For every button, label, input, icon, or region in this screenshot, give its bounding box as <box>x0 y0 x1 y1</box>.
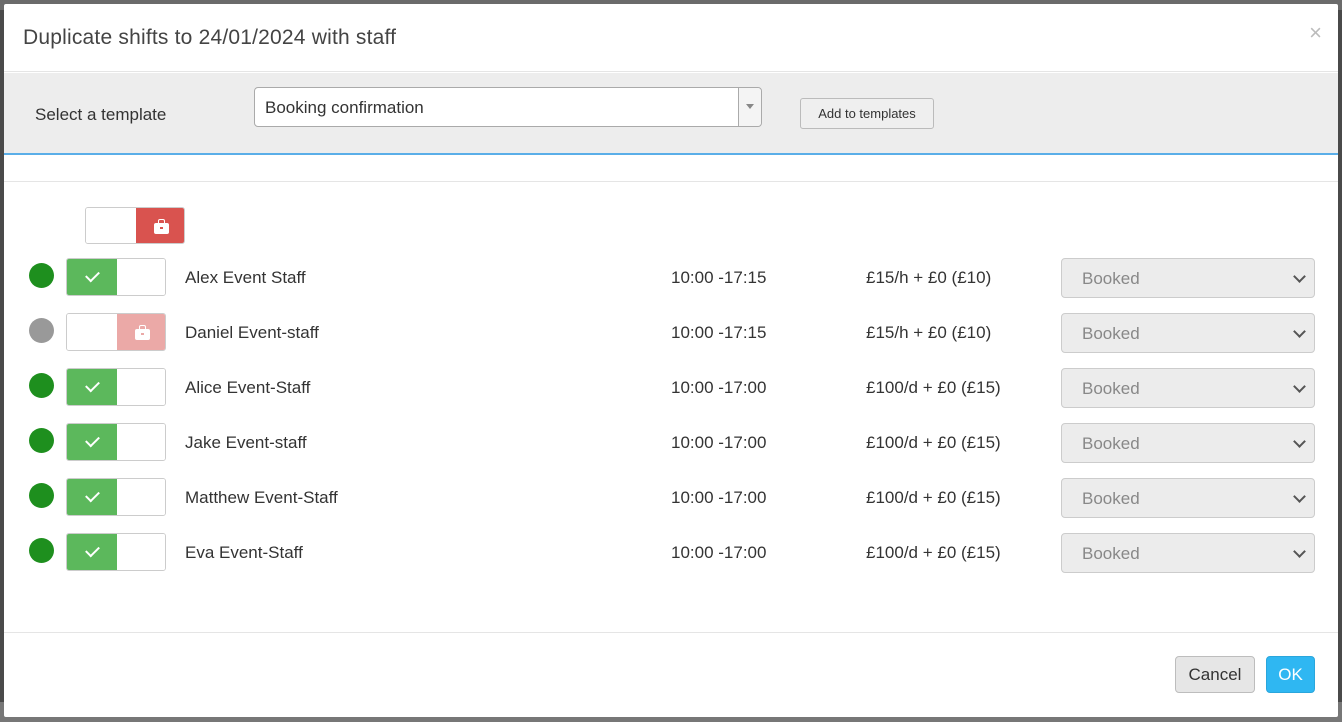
staff-row: Alex Event Staff 10:00 -17:15 £15/h + £0… <box>4 258 1338 313</box>
booking-status-select[interactable]: Booked <box>1061 368 1315 408</box>
toggle-off-side[interactable] <box>136 208 184 243</box>
toggle-on-side[interactable] <box>67 369 117 405</box>
staff-toggle[interactable] <box>66 313 166 351</box>
pay-rate: £15/h + £0 (£10) <box>866 323 992 342</box>
chevron-down-icon <box>1293 270 1306 283</box>
toggle-off-side[interactable] <box>117 369 165 405</box>
booking-status-select[interactable]: Booked <box>1061 423 1315 463</box>
chevron-down-icon <box>1293 545 1306 558</box>
shift-time: 10:00 -17:15 <box>671 268 767 287</box>
booking-status-select[interactable]: Booked <box>1061 313 1315 353</box>
staff-name: Daniel Event-staff <box>185 323 319 342</box>
toggle-off-side[interactable] <box>117 424 165 460</box>
booking-status-select[interactable]: Booked <box>1061 533 1315 573</box>
staff-row: Matthew Event-Staff 10:00 -17:00 £100/d … <box>4 478 1338 533</box>
modal-header: Duplicate shifts to 24/01/2024 with staf… <box>4 4 1338 72</box>
booking-status-value: Booked <box>1082 434 1140 453</box>
staff-toggle[interactable] <box>66 533 166 571</box>
chevron-down-icon <box>1293 325 1306 338</box>
status-dot <box>29 373 54 398</box>
staff-row: Eva Event-Staff 10:00 -17:00 £100/d + £0… <box>4 533 1338 588</box>
staff-name: Eva Event-Staff <box>185 543 303 562</box>
status-dot <box>29 483 54 508</box>
template-select[interactable]: Booking confirmation <box>254 87 762 127</box>
check-icon <box>85 542 100 558</box>
ok-button[interactable]: OK <box>1266 656 1315 693</box>
staff-row: Jake Event-staff 10:00 -17:00 £100/d + £… <box>4 423 1338 478</box>
pay-rate: £100/d + £0 (£15) <box>866 488 1001 507</box>
footer-divider <box>4 632 1338 633</box>
status-dot <box>29 263 54 288</box>
chevron-down-icon <box>1293 380 1306 393</box>
chevron-down-icon <box>1293 435 1306 448</box>
check-icon <box>85 432 100 448</box>
dropdown-arrow-icon[interactable] <box>738 88 761 126</box>
staff-toggle[interactable] <box>66 423 166 461</box>
toggle-on-side[interactable] <box>67 259 117 295</box>
select-all-toggle[interactable] <box>85 207 185 244</box>
toggle-on-side[interactable] <box>67 479 117 515</box>
shift-time: 10:00 -17:15 <box>671 323 767 342</box>
toggle-on-side[interactable] <box>67 424 117 460</box>
status-dot <box>29 428 54 453</box>
toggle-on-side[interactable] <box>67 314 117 350</box>
booking-status-value: Booked <box>1082 324 1140 343</box>
pay-rate: £100/d + £0 (£15) <box>866 433 1001 452</box>
booking-status-value: Booked <box>1082 489 1140 508</box>
check-icon <box>85 487 100 503</box>
shift-time: 10:00 -17:00 <box>671 378 767 397</box>
duplicate-shifts-dialog: Duplicate shifts to 24/01/2024 with staf… <box>4 4 1338 717</box>
check-icon <box>85 377 100 393</box>
modal-title: Duplicate shifts to 24/01/2024 with staf… <box>23 26 397 49</box>
staff-toggle[interactable] <box>66 368 166 406</box>
toggle-on-side[interactable] <box>86 208 136 243</box>
staff-name: Alice Event-Staff <box>185 378 311 397</box>
staff-toggle[interactable] <box>66 478 166 516</box>
booking-status-select[interactable]: Booked <box>1061 258 1315 298</box>
status-dot <box>29 318 54 343</box>
pay-rate: £100/d + £0 (£15) <box>866 543 1001 562</box>
pay-rate: £15/h + £0 (£10) <box>866 268 992 287</box>
shift-time: 10:00 -17:00 <box>671 433 767 452</box>
template-label: Select a template <box>35 105 167 124</box>
chevron-down-icon <box>1293 490 1306 503</box>
shift-time: 10:00 -17:00 <box>671 543 767 562</box>
pay-rate: £100/d + £0 (£15) <box>866 378 1001 397</box>
toggle-off-side[interactable] <box>117 479 165 515</box>
status-dot <box>29 538 54 563</box>
template-bar: Select a template Booking confirmation A… <box>4 73 1338 155</box>
cancel-button[interactable]: Cancel <box>1175 656 1255 693</box>
toggle-off-side[interactable] <box>117 314 165 350</box>
staff-name: Alex Event Staff <box>185 268 306 287</box>
shift-time: 10:00 -17:00 <box>671 488 767 507</box>
toggle-off-side[interactable] <box>117 259 165 295</box>
staff-name: Matthew Event-Staff <box>185 488 338 507</box>
staff-row: Daniel Event-staff 10:00 -17:15 £15/h + … <box>4 313 1338 368</box>
close-icon[interactable]: × <box>1309 20 1322 46</box>
staff-row: Alice Event-Staff 10:00 -17:00 £100/d + … <box>4 368 1338 423</box>
add-to-templates-button[interactable]: Add to templates <box>800 98 934 129</box>
check-icon <box>85 267 100 283</box>
staff-toggle[interactable] <box>66 258 166 296</box>
briefcase-icon <box>154 218 169 234</box>
template-select-value: Booking confirmation <box>265 98 424 117</box>
booking-status-value: Booked <box>1082 544 1140 563</box>
booking-status-select[interactable]: Booked <box>1061 478 1315 518</box>
toggle-off-side[interactable] <box>117 534 165 570</box>
staff-name: Jake Event-staff <box>185 433 307 452</box>
toggle-on-side[interactable] <box>67 534 117 570</box>
separator <box>4 181 1338 182</box>
booking-status-value: Booked <box>1082 379 1140 398</box>
briefcase-icon <box>135 325 150 340</box>
booking-status-value: Booked <box>1082 269 1140 288</box>
